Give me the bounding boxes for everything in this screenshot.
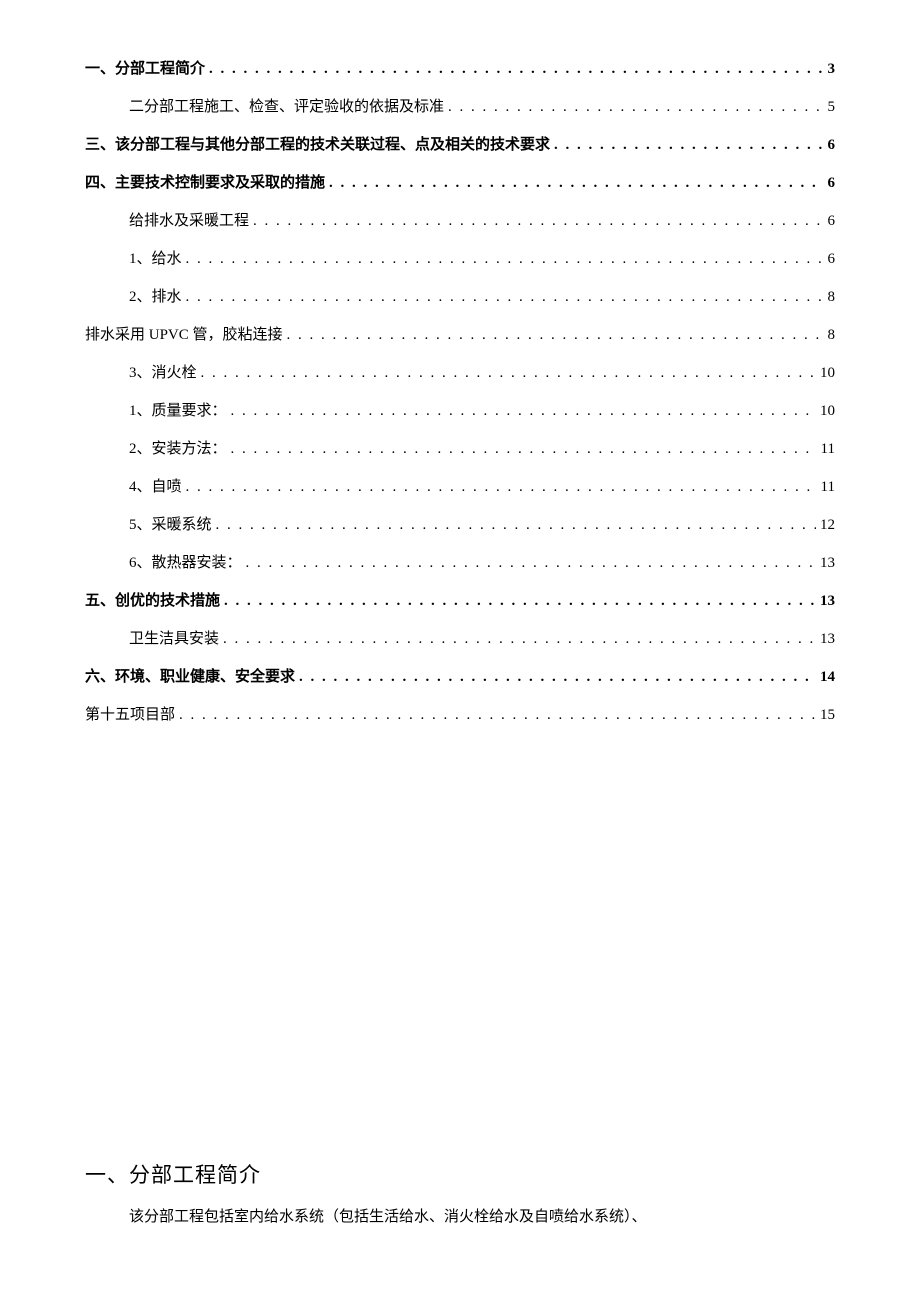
toc-entry: 六、环境、职业健康、安全要求 14 <box>85 663 835 691</box>
toc-leader-dots <box>179 701 816 729</box>
toc-leader-dots <box>287 321 824 349</box>
toc-entry-label: 1、给水 <box>129 245 182 273</box>
toc-entry: 2、排水 8 <box>85 283 835 311</box>
toc-leader-dots <box>223 625 816 653</box>
toc-entry: 一、分部工程简介 3 <box>85 55 835 83</box>
toc-entry: 6、散热器安装： 13 <box>85 549 835 577</box>
toc-leader-dots <box>224 587 816 615</box>
toc-entry-label: 3、消火栓 <box>129 359 197 387</box>
toc-leader-dots <box>299 663 816 691</box>
toc-leader-dots <box>448 93 823 121</box>
section-body-text: 该分部工程包括室内给水系统（包括生活给水、消火栓给水及自喷给水系统）、 <box>85 1203 835 1231</box>
toc-entry: 排水采用 UPVC 管，胶粘连接 8 <box>85 321 835 349</box>
toc-entry: 给排水及采暖工程 6 <box>85 207 835 235</box>
toc-entry-label: 五、创优的技术措施 <box>85 587 220 615</box>
toc-leader-dots <box>231 435 817 463</box>
toc-leader-dots <box>231 397 816 425</box>
toc-entry-page: 6 <box>828 207 836 235</box>
toc-leader-dots <box>186 283 824 311</box>
toc-entry-label: 1、质量要求： <box>129 397 227 425</box>
toc-leader-dots <box>186 245 824 273</box>
toc-entry-page: 6 <box>828 245 836 273</box>
toc-entry-page: 6 <box>828 169 836 197</box>
toc-entry-page: 10 <box>820 397 835 425</box>
toc-entry-page: 12 <box>820 511 835 539</box>
toc-entry-page: 13 <box>820 549 835 577</box>
toc-entry-label: 四、主要技术控制要求及采取的措施 <box>85 169 325 197</box>
toc-leader-dots <box>253 207 823 235</box>
toc-leader-dots <box>329 169 823 197</box>
toc-leader-dots <box>186 473 817 501</box>
toc-entry-label: 2、排水 <box>129 283 182 311</box>
toc-entry: 四、主要技术控制要求及采取的措施 6 <box>85 169 835 197</box>
toc-entry-page: 8 <box>828 283 836 311</box>
toc-entry: 五、创优的技术措施 13 <box>85 587 835 615</box>
toc-entry: 卫生洁具安装 13 <box>85 625 835 653</box>
toc-entry-label: 卫生洁具安装 <box>129 625 219 653</box>
toc-entry-page: 8 <box>828 321 836 349</box>
toc-entry-label: 2、安装方法： <box>129 435 227 463</box>
toc-entry-label: 一、分部工程简介 <box>85 55 205 83</box>
toc-leader-dots <box>216 511 816 539</box>
toc-entry: 4、自喷 11 <box>85 473 835 501</box>
toc-entry-label: 二分部工程施工、检查、评定验收的依据及标准 <box>129 93 444 121</box>
toc-entry-page: 11 <box>821 435 835 463</box>
toc-entry-page: 15 <box>820 701 835 729</box>
toc-leader-dots <box>554 131 823 159</box>
toc-entry: 5、采暖系统 12 <box>85 511 835 539</box>
toc-entry-page: 6 <box>828 131 836 159</box>
toc-entry: 三、该分部工程与其他分部工程的技术关联过程、点及相关的技术要求 6 <box>85 131 835 159</box>
toc-entry-page: 13 <box>820 625 835 653</box>
toc-entry: 二分部工程施工、检查、评定验收的依据及标准 5 <box>85 93 835 121</box>
toc-entry: 2、安装方法： 11 <box>85 435 835 463</box>
toc-entry-label: 5、采暖系统 <box>129 511 212 539</box>
toc-entry-page: 3 <box>828 55 836 83</box>
toc-entry-label: 第十五项目部 <box>85 701 175 729</box>
toc-entry-page: 13 <box>820 587 835 615</box>
document-page: 一、分部工程简介 3 二分部工程施工、检查、评定验收的依据及标准 5 三、该分部工程与其… <box>0 0 920 1271</box>
toc-entry-page: 5 <box>828 93 836 121</box>
toc-entry: 1、质量要求： 10 <box>85 397 835 425</box>
section-heading: 一、分部工程简介 <box>85 1159 835 1189</box>
table-of-contents: 一、分部工程简介 3 二分部工程施工、检查、评定验收的依据及标准 5 三、该分部工程与其… <box>85 55 835 729</box>
toc-entry: 第十五项目部 15 <box>85 701 835 729</box>
toc-leader-dots <box>246 549 816 577</box>
toc-entry-label: 三、该分部工程与其他分部工程的技术关联过程、点及相关的技术要求 <box>85 131 550 159</box>
toc-entry-label: 六、环境、职业健康、安全要求 <box>85 663 295 691</box>
toc-leader-dots <box>209 55 823 83</box>
toc-entry-label: 4、自喷 <box>129 473 182 501</box>
toc-entry-label: 6、散热器安装： <box>129 549 242 577</box>
toc-entry-page: 14 <box>820 663 835 691</box>
toc-entry-page: 10 <box>820 359 835 387</box>
toc-leader-dots <box>201 359 816 387</box>
toc-entry: 1、给水 6 <box>85 245 835 273</box>
toc-entry-label: 给排水及采暖工程 <box>129 207 249 235</box>
toc-entry: 3、消火栓 10 <box>85 359 835 387</box>
toc-entry-page: 11 <box>821 473 835 501</box>
toc-entry-label: 排水采用 UPVC 管，胶粘连接 <box>85 321 283 349</box>
